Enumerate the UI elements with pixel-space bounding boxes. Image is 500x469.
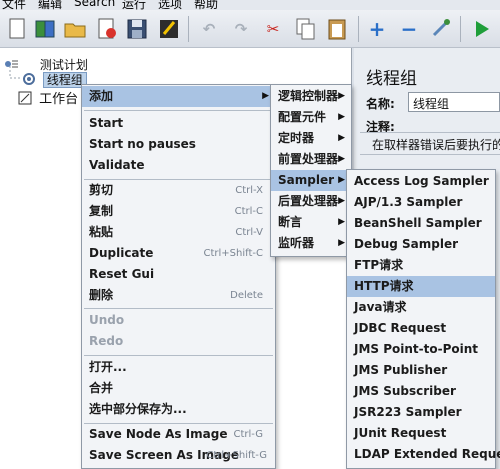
- menu-item-reset-gui[interactable]: Reset Gui: [82, 264, 275, 285]
- start-icon[interactable]: [468, 16, 494, 42]
- submenu-arrow-icon: ▶: [338, 91, 345, 101]
- submenu-arrow-icon: ▶: [338, 133, 345, 143]
- sampler-item-jms-subscriber[interactable]: JMS Subscriber: [347, 381, 495, 402]
- menu-item-redo: Redo: [89, 334, 124, 348]
- test-plan-icon: [4, 58, 18, 70]
- menu-item-sampler[interactable]: Sampler ▶: [271, 170, 351, 191]
- context-menu: 添加 ▶ Start Start no pauses Validate 剪切 C…: [81, 84, 276, 469]
- tree-node-workbench[interactable]: 工作台: [18, 88, 78, 107]
- submenu-arrow-icon: ▶: [338, 175, 345, 185]
- menu-edit[interactable]: 编辑: [38, 0, 62, 10]
- menu-item-start[interactable]: Start: [82, 113, 275, 134]
- menu-item-assertion[interactable]: 断言 ▶: [271, 212, 351, 233]
- sampler-item-beanshell[interactable]: BeanShell Sampler: [347, 213, 495, 234]
- templates-icon[interactable]: [32, 16, 58, 42]
- menu-item-timer[interactable]: 定时器 ▶: [271, 128, 351, 149]
- menu-item-copy[interactable]: 复制 Ctrl-C: [82, 201, 275, 222]
- paste-icon[interactable]: [324, 16, 350, 42]
- menu-search[interactable]: Search: [74, 0, 115, 9]
- sampler-item-ftp[interactable]: FTP请求: [347, 255, 495, 276]
- submenu-arrow-icon: ▶: [338, 196, 345, 206]
- collapse-icon[interactable]: −: [396, 16, 422, 42]
- menu-options[interactable]: 选项: [158, 0, 182, 10]
- menu-item-logic-controller[interactable]: 逻辑控制器 ▶: [271, 86, 351, 107]
- submenu-arrow-icon: ▶: [338, 154, 345, 164]
- menu-item-duplicate[interactable]: Duplicate Ctrl+Shift-C: [82, 243, 275, 264]
- submenu-arrow-icon: ▶: [338, 217, 345, 227]
- menu-item-add[interactable]: 添加 ▶: [82, 86, 275, 107]
- menu-item-save-selection[interactable]: 选中部分保存为...: [82, 399, 275, 420]
- test-plan-label: 测试计划: [39, 58, 88, 72]
- menu-help[interactable]: 帮助: [194, 0, 218, 10]
- sampler-item-http[interactable]: HTTP请求: [347, 276, 495, 297]
- menu-item-paste[interactable]: 粘贴 Ctrl-V: [82, 222, 275, 243]
- sampler-error-text: 在取样器错误后要执行的: [372, 138, 500, 152]
- menu-item-cut[interactable]: 剪切 Ctrl-X: [82, 180, 275, 201]
- sampler-item-access-log[interactable]: Access Log Sampler: [347, 171, 495, 192]
- sampler-item-debug[interactable]: Debug Sampler: [347, 234, 495, 255]
- sampler-item-junit[interactable]: JUnit Request: [347, 423, 495, 444]
- sampler-item-jms-p2p[interactable]: JMS Point-to-Point: [347, 339, 495, 360]
- close-icon[interactable]: [94, 16, 120, 42]
- open-icon[interactable]: [62, 16, 88, 42]
- menu-item-delete[interactable]: 删除 Delete: [82, 285, 275, 306]
- sampler-item-java[interactable]: Java请求: [347, 297, 495, 318]
- menu-item-config-element[interactable]: 配置元件 ▶: [271, 107, 351, 128]
- add-submenu: 逻辑控制器 ▶ 配置元件 ▶ 定时器 ▶ 前置处理器 ▶ Sampler ▶ 后…: [270, 84, 352, 257]
- submenu-arrow-icon: ▶: [262, 91, 269, 101]
- menu-item-save-screen-image[interactable]: Save Screen As Image Ctrl+Shift-G: [82, 445, 275, 466]
- toggle-icon[interactable]: [428, 16, 454, 42]
- menu-item-pre-processor[interactable]: 前置处理器 ▶: [271, 149, 351, 170]
- thread-group-icon: [22, 72, 36, 86]
- sampler-item-ldap-extended[interactable]: LDAP Extended Request: [347, 444, 500, 465]
- workbench-label: 工作台: [39, 92, 79, 107]
- undo-icon[interactable]: ↶: [196, 16, 222, 42]
- redo-icon[interactable]: ↷: [228, 16, 254, 42]
- tree-node-thread-group[interactable]: 线程组: [22, 71, 87, 88]
- menu-item-open[interactable]: 打开...: [82, 357, 275, 378]
- menubar: 文件 编辑 Search 运行 选项 帮助: [0, 0, 500, 10]
- toolbar: ↶ ↷ ✂ + −: [0, 10, 500, 48]
- menu-run[interactable]: 运行: [122, 0, 146, 10]
- sampler-submenu: Access Log Sampler AJP/1.3 Sampler BeanS…: [346, 169, 500, 469]
- menu-item-post-processor[interactable]: 后置处理器 ▶: [271, 191, 351, 212]
- menu-item-merge[interactable]: 合并: [82, 378, 275, 399]
- new-icon[interactable]: [4, 16, 30, 42]
- name-field[interactable]: 线程组: [408, 92, 500, 112]
- menu-item-undo: Undo: [89, 313, 125, 327]
- submenu-arrow-icon: ▶: [338, 112, 345, 122]
- sampler-item-ajp[interactable]: AJP/1.3 Sampler: [347, 192, 495, 213]
- menu-file[interactable]: 文件: [2, 0, 26, 10]
- sampler-item-jdbc[interactable]: JDBC Request: [347, 318, 495, 339]
- menu-item-validate[interactable]: Validate: [82, 155, 275, 176]
- save-as-icon[interactable]: [156, 16, 182, 42]
- submenu-arrow-icon: ▶: [338, 238, 345, 248]
- menu-item-listener[interactable]: 监听器 ▶: [271, 233, 351, 254]
- workbench-icon: [18, 91, 32, 105]
- save-icon[interactable]: [124, 16, 150, 42]
- copy-icon[interactable]: [292, 16, 318, 42]
- sampler-item-jms-publisher[interactable]: JMS Publisher: [347, 360, 495, 381]
- menu-item-start-no-pauses[interactable]: Start no pauses: [82, 134, 275, 155]
- panel-title: 线程组: [366, 69, 417, 89]
- name-label: 名称:: [366, 97, 395, 111]
- sampler-item-jsr223[interactable]: JSR223 Sampler: [347, 402, 495, 423]
- menu-item-save-node-image[interactable]: Save Node As Image Ctrl-G: [82, 424, 275, 445]
- expand-icon[interactable]: +: [364, 16, 390, 42]
- cut-icon[interactable]: ✂: [260, 16, 286, 42]
